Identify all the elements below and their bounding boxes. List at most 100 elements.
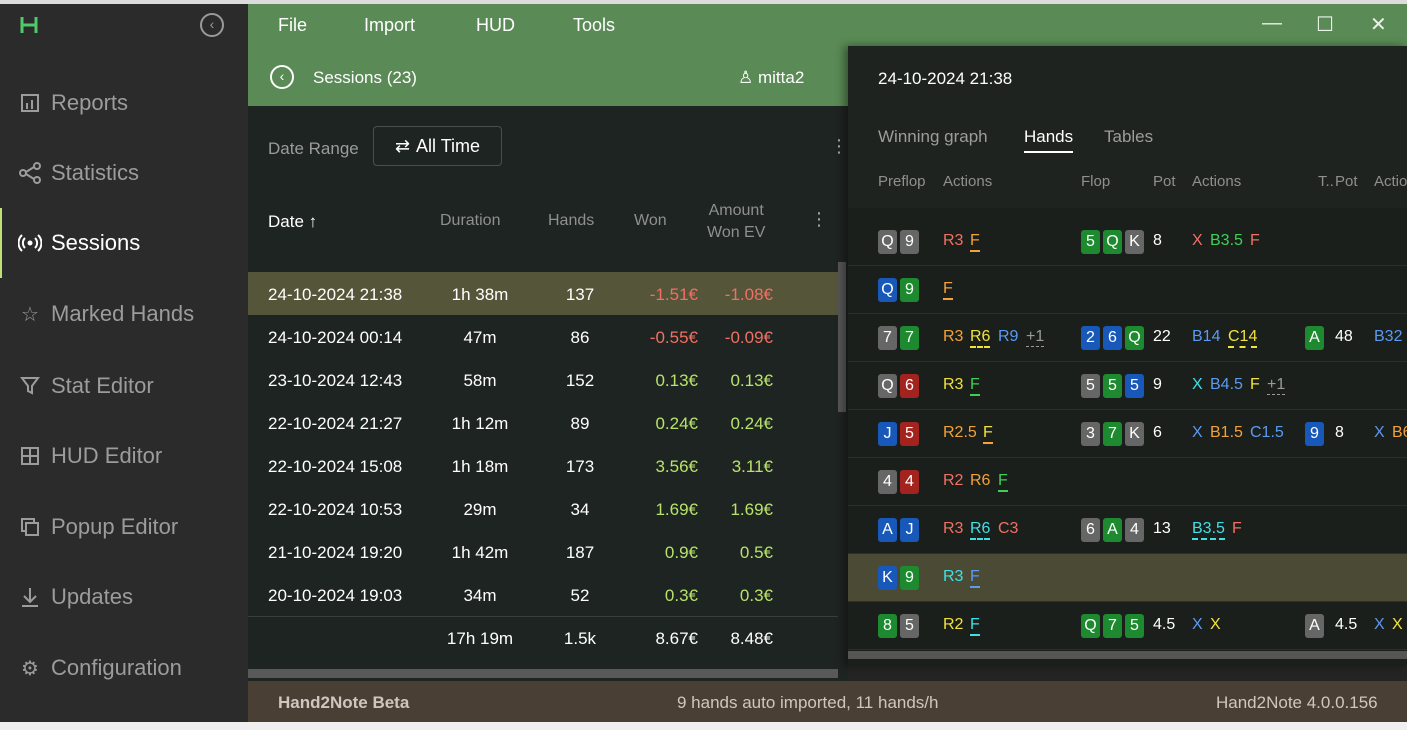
column-amount-won-ev[interactable]: Amount Won EV <box>707 200 765 244</box>
table-row[interactable]: 20-10-2024 19:03 34m 52 0.3€ 0.3€ <box>248 573 838 616</box>
hand-row[interactable]: 77 R3 R6 R9 +1 26Q 22 B14 C14 A 48 B32 <box>848 314 1407 362</box>
column-options-icon[interactable]: ⋮ <box>810 209 828 230</box>
action: F <box>1232 520 1242 537</box>
action: R6 <box>970 472 991 489</box>
sidebar-item-statistics[interactable]: Statistics <box>0 138 248 208</box>
sidebar: ‹ Reports Statistics Sessions ☆ Marked H… <box>0 4 248 722</box>
column-duration[interactable]: Duration <box>440 212 500 230</box>
more-options-icon[interactable]: ⋮ <box>830 136 848 157</box>
menu-hud[interactable]: HUD <box>476 15 515 36</box>
card: 5 <box>1081 374 1100 398</box>
pot: 8 <box>1153 232 1162 249</box>
menu-file[interactable]: File <box>278 15 307 36</box>
date-range-label: Date Range <box>268 139 359 158</box>
card: 4 <box>900 470 919 494</box>
user-label[interactable]: ♙ mitta2 <box>738 68 804 88</box>
sidebar-item-updates[interactable]: Updates <box>0 562 248 632</box>
horizontal-scrollbar[interactable] <box>248 669 838 678</box>
action: B3.5 <box>1210 232 1243 249</box>
table-row[interactable]: 24-10-2024 00:14 47m 86 -0.55€ -0.09€ <box>248 315 838 358</box>
collapse-sidebar-button[interactable]: ‹ <box>200 13 224 37</box>
action: R3 <box>943 520 964 537</box>
app-window: ‹ Reports Statistics Sessions ☆ Marked H… <box>0 0 1407 722</box>
table-row[interactable]: 21-10-2024 19:20 1h 42m 187 0.9€ 0.5€ <box>248 530 838 573</box>
column-won[interactable]: Won <box>634 212 667 230</box>
broadcast-icon <box>18 231 42 255</box>
action: R6 <box>970 328 991 348</box>
sidebar-item-label: Statistics <box>51 160 140 185</box>
card: Q <box>878 374 897 398</box>
bar-chart-icon <box>18 91 42 115</box>
table-row[interactable]: 23-10-2024 12:43 58m 152 0.13€ 0.13€ <box>248 358 838 401</box>
card: Q <box>1125 326 1144 350</box>
action: X <box>1192 424 1203 441</box>
action: F <box>1250 376 1260 393</box>
hand-row[interactable]: Q9 R3 F 5QK 8 X B3.5 F <box>848 218 1407 266</box>
hand-row[interactable]: AJ R3 R6 C3 6A4 13 B3.5 F <box>848 506 1407 554</box>
card: 5 <box>900 614 919 638</box>
table-row[interactable]: 22-10-2024 21:27 1h 12m 89 0.24€ 0.24€ <box>248 401 838 444</box>
hand-row[interactable]: Q6 R3 F 555 9 X B4.5 F +1 <box>848 362 1407 410</box>
hands-horizontal-scrollbar[interactable] <box>848 651 1407 659</box>
hand-row[interactable]: 44 R2 R6 F <box>848 458 1407 506</box>
action: C1.5 <box>1250 424 1284 441</box>
card: 7 <box>878 326 897 350</box>
layers-icon <box>18 515 42 539</box>
close-icon[interactable]: ✕ <box>1370 12 1387 37</box>
back-button[interactable]: ‹ <box>270 65 294 89</box>
action: R2 <box>943 616 964 633</box>
pot: 22 <box>1153 328 1171 345</box>
action: B1.5 <box>1210 424 1243 441</box>
tab-tables[interactable]: Tables <box>1104 127 1153 147</box>
card: J <box>878 422 897 446</box>
card: K <box>1125 422 1144 446</box>
table-row[interactable]: 22-10-2024 15:08 1h 18m 173 3.56€ 3.11€ <box>248 444 838 487</box>
date-range-button[interactable]: ⇄ All Time <box>373 126 502 166</box>
action: R3 <box>943 328 964 345</box>
action: R9 <box>998 328 1019 345</box>
column-date[interactable]: Date ↑ <box>268 212 317 232</box>
sidebar-item-label: HUD Editor <box>51 443 163 468</box>
sidebar-item-configuration[interactable]: ⚙ Configuration <box>0 633 248 703</box>
action: F <box>983 424 993 444</box>
maximize-icon[interactable]: ☐ <box>1316 12 1334 37</box>
hands-panel-header: 24-10-2024 21:38 Winning graph Hands Tab… <box>848 46 1407 208</box>
hand-row[interactable]: J5 R2.5 F 37K 6 X B1.5 C1.5 9 8 X B6 <box>848 410 1407 458</box>
card: 4 <box>1125 518 1144 542</box>
sidebar-item-stat-editor[interactable]: Stat Editor <box>0 351 248 421</box>
action: X <box>1192 232 1203 249</box>
action: R2 <box>943 472 964 489</box>
download-icon <box>18 585 42 609</box>
card: 4 <box>878 470 897 494</box>
column-hands[interactable]: Hands <box>548 212 594 230</box>
col-flop-actions: Actions <box>1192 173 1242 190</box>
tab-hands[interactable]: Hands <box>1024 127 1074 153</box>
card: 5 <box>1125 374 1144 398</box>
sidebar-item-popup-editor[interactable]: Popup Editor <box>0 492 248 562</box>
tab-winning-graph[interactable]: Winning graph <box>878 127 988 147</box>
sidebar-item-hud-editor[interactable]: HUD Editor <box>0 421 248 491</box>
hand-row[interactable]: K9 R3 F <box>848 554 1407 602</box>
hand-row[interactable]: 85 R2 F Q75 4.5 XX A 4.5 XX <box>848 602 1407 650</box>
action: F <box>970 616 980 636</box>
card: A <box>878 518 897 542</box>
action: X <box>1374 616 1385 633</box>
sidebar-item-reports[interactable]: Reports <box>0 68 248 138</box>
col-turn: T.. <box>1318 173 1334 190</box>
menu-tools[interactable]: Tools <box>573 15 615 36</box>
vertical-scrollbar[interactable] <box>838 262 846 412</box>
sidebar-item-marked-hands[interactable]: ☆ Marked Hands <box>0 279 248 349</box>
hand-row[interactable]: Q9 F <box>848 266 1407 314</box>
table-row[interactable]: 22-10-2024 10:53 29m 34 1.69€ 1.69€ <box>248 487 838 530</box>
table-row[interactable]: 24-10-2024 21:38 1h 38m 137 -1.51€ -1.08€ <box>248 272 838 315</box>
menu-import[interactable]: Import <box>364 15 415 36</box>
status-app-name: Hand2Note Beta <box>278 693 410 712</box>
grid-icon <box>18 444 42 468</box>
sidebar-item-sessions[interactable]: Sessions <box>0 208 248 278</box>
swap-icon: ⇄ <box>394 135 411 156</box>
pot: 8 <box>1335 424 1344 441</box>
action: F <box>970 376 980 396</box>
minimize-icon[interactable]: — <box>1262 12 1282 35</box>
card: 3 <box>1081 422 1100 446</box>
card: 5 <box>1125 614 1144 638</box>
